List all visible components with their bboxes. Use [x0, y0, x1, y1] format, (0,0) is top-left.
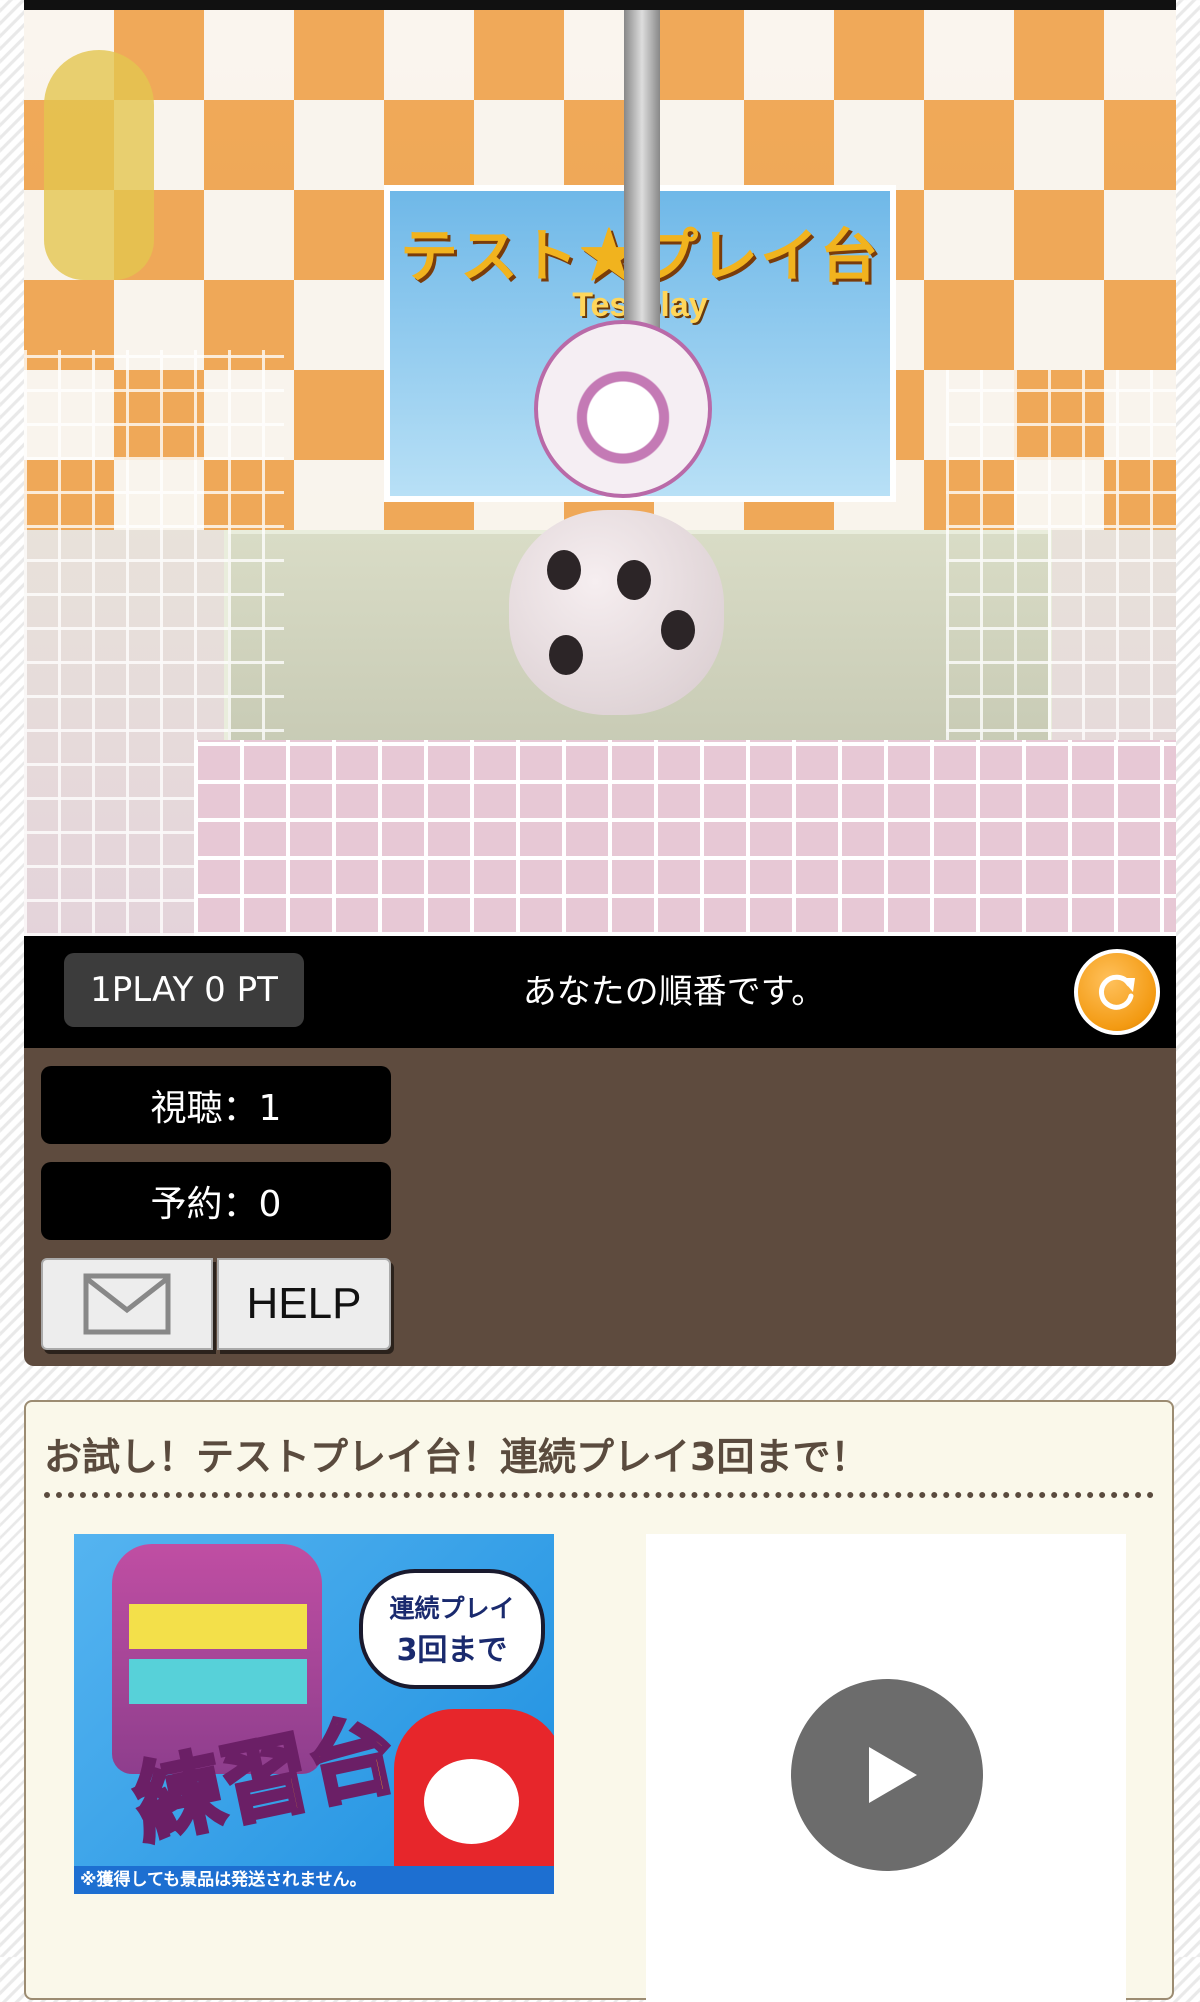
dice-pip	[547, 550, 581, 590]
video-play-button[interactable]	[791, 1679, 983, 1871]
envelope-icon	[83, 1273, 171, 1335]
machine-info-card: お試し！テストプレイ台！連続プレイ3回まで！ 連続プレイ 3回まで 練習台 ※獲…	[24, 1400, 1174, 2002]
claw-head	[534, 320, 712, 498]
reservation-count: 予約：0	[41, 1162, 391, 1240]
practice-machine-thumbnail[interactable]: 連続プレイ 3回まで 練習台 ※獲得しても景品は発送されません。	[74, 1534, 554, 1894]
card-title: お試し！テストプレイ台！連続プレイ3回まで！	[44, 1435, 869, 1479]
thumb-claw-band	[129, 1604, 307, 1649]
video-player[interactable]	[646, 1534, 1126, 2002]
reload-button[interactable]	[1074, 949, 1160, 1035]
thumb-notice: ※獲得しても景品は発送されません。	[74, 1866, 554, 1894]
dice-pip	[617, 560, 651, 600]
top-bar	[24, 0, 1176, 10]
live-camera-stream: テスト★プレイ台 Testplay	[24, 10, 1176, 936]
mail-button[interactable]	[41, 1258, 213, 1350]
viewer-count: 視聴：1	[41, 1066, 391, 1144]
backdrop-mascot	[44, 50, 154, 280]
control-panel: 視聴：1 予約：0 HELP	[24, 1048, 1176, 1366]
dice-pip	[549, 635, 583, 675]
claw-pole	[624, 10, 660, 330]
front-wire-grid	[194, 740, 1176, 936]
thumb-claw-band	[129, 1659, 307, 1704]
dotted-divider	[44, 1492, 1154, 1498]
bubble-line-1: 連続プレイ	[389, 1594, 515, 1623]
reload-icon	[1098, 974, 1135, 1010]
turn-message: あなたの順番です。	[522, 972, 826, 1012]
help-button[interactable]: HELP	[217, 1258, 391, 1350]
dice-pip	[661, 610, 695, 650]
bubble-line-2: 3回まで	[396, 1633, 508, 1668]
play-cost-badge: 1PLAY 0 PT	[64, 953, 304, 1027]
thumb-speech-bubble: 連続プレイ 3回まで	[359, 1569, 545, 1689]
dice-prize	[509, 510, 724, 715]
play-icon	[869, 1747, 917, 1803]
play-status-bar: 1PLAY 0 PT あなたの順番です。	[24, 936, 1176, 1048]
